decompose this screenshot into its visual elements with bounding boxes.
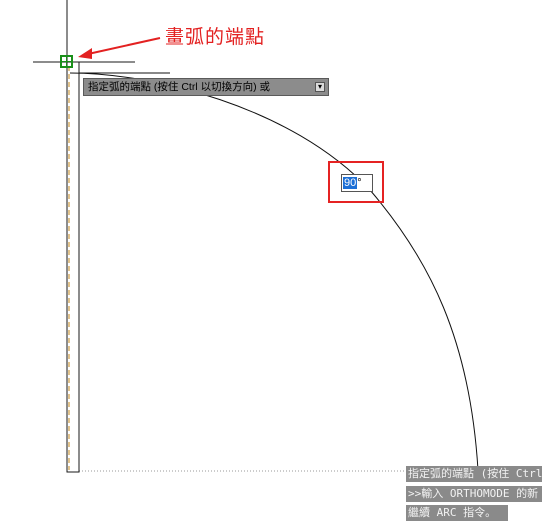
annotation-label: 畫弧的端點 (165, 27, 266, 48)
arc-preview (69, 72, 479, 471)
angle-unit: ° (357, 177, 362, 189)
annotation-arrow-line (87, 37, 161, 55)
angle-input-field[interactable]: 90° (341, 174, 373, 192)
annotation-arrow-head (78, 48, 92, 59)
down-arrow-icon[interactable]: ▾ (315, 82, 325, 92)
command-history-line: >>輸入 ORTHOMODE 的新 (406, 486, 542, 502)
command-prompt-tooltip: 指定弧的端點 (按住 Ctrl 以切換方向) 或 ▾ (83, 78, 329, 96)
command-history-line: 指定弧的端點 (按住 Ctrl (406, 466, 542, 482)
command-history-line: 繼續 ARC 指令。 (406, 505, 508, 521)
tooltip-text: 指定弧的端點 (按住 Ctrl 以切換方向) 或 (88, 81, 270, 93)
angle-value[interactable]: 90 (343, 177, 358, 189)
